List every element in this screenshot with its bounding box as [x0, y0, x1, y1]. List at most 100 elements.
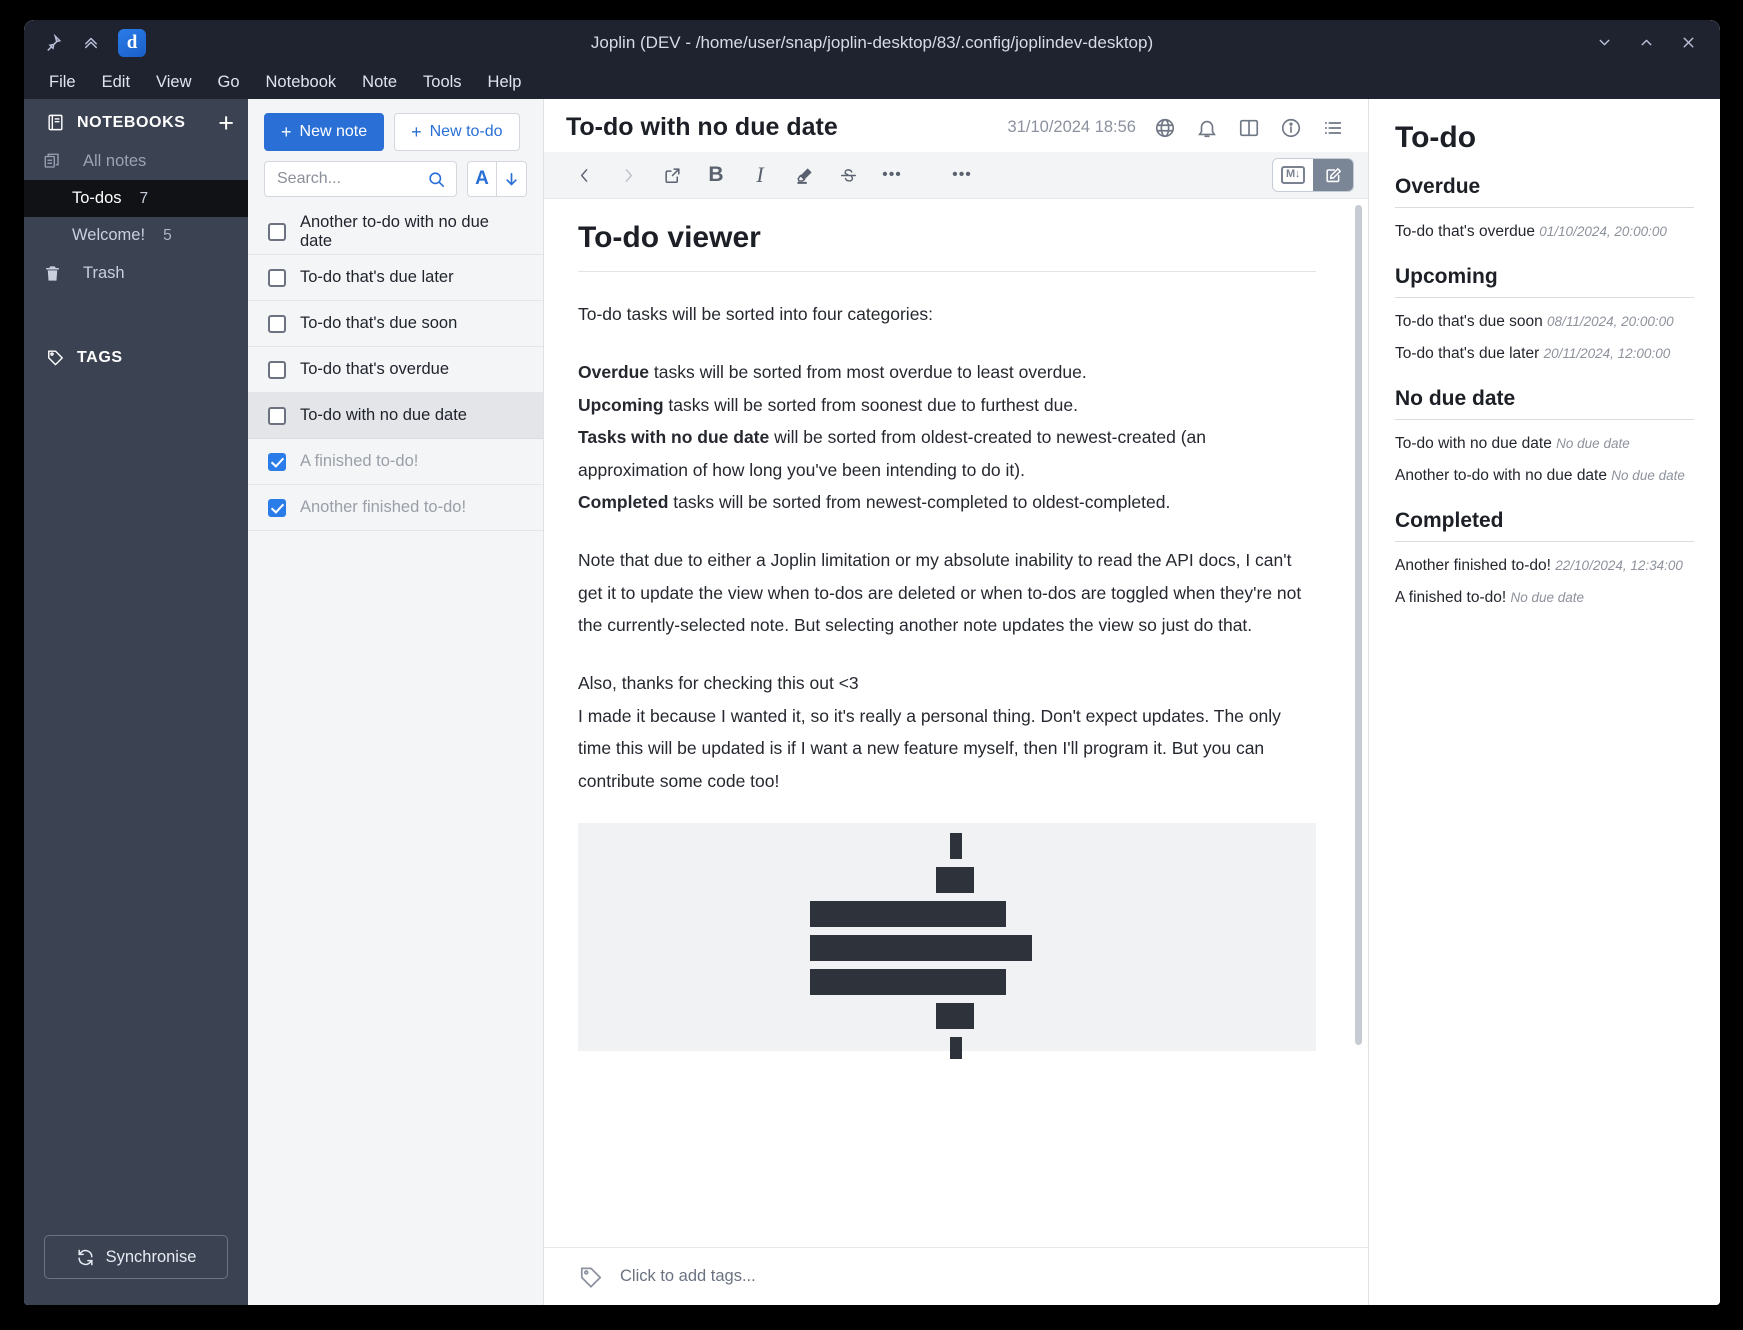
markdown-toggle-button[interactable]: M↓ — [1273, 159, 1313, 191]
menu-help[interactable]: Help — [477, 69, 533, 96]
split-layout-icon[interactable] — [1236, 115, 1262, 141]
forward-icon[interactable] — [608, 158, 648, 192]
sidebar-item-label: Welcome! — [72, 226, 146, 244]
chevron-double-up-icon[interactable] — [80, 32, 102, 54]
sync-icon — [76, 1248, 95, 1267]
todo-checkbox[interactable] — [268, 268, 286, 287]
pin-icon[interactable] — [42, 32, 64, 54]
external-link-icon[interactable] — [652, 158, 692, 192]
todo-panel-row[interactable]: To-do that's due later 20/11/2024, 12:00… — [1395, 344, 1694, 365]
sort-field-button[interactable]: A — [467, 161, 497, 197]
note-list-buttons: + New note + New to-do — [248, 99, 543, 151]
sidebar-item-label: To-dos — [72, 189, 122, 207]
menu-go[interactable]: Go — [207, 69, 251, 96]
todo-row-title: Another finished to-do! — [1395, 556, 1551, 574]
alarm-icon[interactable] — [1194, 115, 1220, 141]
todo-row-title: To-do that's due later — [1395, 344, 1540, 362]
menu-note[interactable]: Note — [351, 69, 408, 96]
sidebar-item-all-notes[interactable]: All notes — [24, 142, 248, 180]
todo-panel-row[interactable]: Another to-do with no due date No due da… — [1395, 466, 1694, 487]
image-bar — [810, 968, 1006, 995]
todo-checkbox[interactable] — [268, 406, 286, 425]
document-image — [578, 822, 1316, 1059]
list-item[interactable]: Another finished to-do! — [248, 485, 543, 531]
list-item[interactable]: Another to-do with no due date — [248, 209, 543, 255]
todo-panel-row[interactable]: A finished to-do! No due date — [1395, 588, 1694, 609]
menu-file[interactable]: File — [38, 69, 87, 96]
note-updated-date: 31/10/2024 18:56 — [1007, 118, 1136, 136]
note-content-area[interactable]: To-do viewer To-do tasks will be sorted … — [544, 199, 1368, 1247]
menu-tools[interactable]: Tools — [412, 69, 473, 96]
todo-checkbox[interactable] — [268, 314, 286, 333]
globe-icon[interactable] — [1152, 115, 1178, 141]
note-title[interactable]: To-do with no due date — [566, 113, 838, 142]
minimize-button[interactable] — [1594, 33, 1614, 53]
strikethrough-icon[interactable] — [828, 158, 868, 192]
new-note-button[interactable]: + New note — [264, 113, 385, 151]
todo-section-heading-completed: Completed — [1395, 509, 1694, 542]
synchronise-button[interactable]: Synchronise — [44, 1235, 228, 1279]
editor-mode-toggle: M↓ — [1272, 158, 1354, 192]
close-button[interactable] — [1678, 33, 1698, 53]
sidebar-item-welcome[interactable]: Welcome! 5 — [24, 217, 248, 254]
italic-icon[interactable]: I — [740, 158, 780, 192]
new-todo-button[interactable]: + New to-do — [394, 113, 520, 151]
menu-view[interactable]: View — [145, 69, 202, 96]
more-options-icon[interactable]: ••• — [872, 158, 912, 192]
list-menu-icon[interactable] — [1320, 115, 1346, 141]
todo-row-meta: 22/10/2024, 12:34:00 — [1555, 557, 1683, 573]
note-editor: To-do with no due date 31/10/2024 18:56 — [544, 99, 1368, 1305]
category-bold-completed: Completed — [578, 491, 669, 512]
sidebar-item-trash[interactable]: Trash — [24, 254, 248, 292]
editor-scrollbar[interactable] — [1355, 205, 1362, 1045]
todo-checkbox[interactable] — [268, 452, 286, 471]
new-note-label: New note — [299, 123, 368, 140]
search-input[interactable]: Search... — [264, 161, 457, 197]
todo-row-meta: 20/11/2024, 12:00:00 — [1543, 345, 1671, 361]
notebooks-header[interactable]: NOTEBOOKS + — [24, 99, 248, 142]
list-item[interactable]: To-do that's due soon — [248, 301, 543, 347]
menu-edit[interactable]: Edit — [91, 69, 141, 96]
back-icon[interactable] — [564, 158, 604, 192]
tag-bar[interactable]: Click to add tags... — [544, 1247, 1368, 1305]
info-icon[interactable] — [1278, 115, 1304, 141]
todo-panel-row[interactable]: To-do with no due date No due date — [1395, 434, 1694, 455]
category-text-upcoming: tasks will be sorted from soonest due to… — [663, 394, 1078, 415]
sidebar: NOTEBOOKS + All notes To-dos 7 Welcome! … — [24, 99, 248, 1305]
list-item[interactable]: A finished to-do! — [248, 439, 543, 485]
editor-toolbar: B I ••• ••• M↓ — [544, 152, 1368, 199]
more-plugins-icon[interactable]: ••• — [942, 158, 982, 192]
list-item-title: A finished to-do! — [300, 452, 419, 470]
menu-notebook[interactable]: Notebook — [255, 69, 348, 96]
plus-icon[interactable]: + — [218, 109, 234, 136]
todo-checkbox[interactable] — [268, 498, 286, 517]
all-notes-icon — [42, 151, 62, 171]
rich-text-toggle-button[interactable] — [1313, 159, 1353, 191]
todo-panel-row[interactable]: Another finished to-do! 22/10/2024, 12:3… — [1395, 556, 1694, 577]
sidebar-item-to-dos[interactable]: To-dos 7 — [24, 180, 248, 217]
sidebar-item-count: 7 — [139, 189, 149, 207]
list-item-selected[interactable]: To-do with no due date — [248, 393, 543, 439]
maximize-button[interactable] — [1636, 33, 1656, 53]
todo-checkbox[interactable] — [268, 222, 286, 241]
bold-icon[interactable]: B — [696, 158, 736, 192]
markdown-badge: M↓ — [1280, 166, 1306, 184]
joplin-window: d Joplin (DEV - /home/user/snap/joplin-d… — [24, 20, 1720, 1305]
list-item[interactable]: To-do that's overdue — [248, 347, 543, 393]
todo-panel-row[interactable]: To-do that's due soon 08/11/2024, 20:00:… — [1395, 312, 1694, 333]
todo-panel-row[interactable]: To-do that's overdue 01/10/2024, 20:00:0… — [1395, 222, 1694, 243]
todo-plugin-panel: To-do Overdue To-do that's overdue 01/10… — [1368, 99, 1720, 1305]
highlight-icon[interactable] — [784, 158, 824, 192]
tag-icon — [578, 1264, 604, 1290]
list-item[interactable]: To-do that's due later — [248, 255, 543, 301]
joplin-logo: d — [118, 28, 146, 57]
todo-row-title: To-do with no due date — [1395, 434, 1552, 452]
tags-header[interactable]: TAGS — [24, 334, 248, 377]
todo-checkbox[interactable] — [268, 360, 286, 379]
search-icon[interactable] — [427, 170, 446, 189]
image-bar — [936, 1002, 974, 1029]
window-title: Joplin (DEV - /home/user/snap/joplin-des… — [590, 32, 1154, 52]
title-bar-left-icons: d — [24, 28, 146, 57]
menu-bar: File Edit View Go Notebook Note Tools He… — [24, 65, 1720, 99]
sort-direction-button[interactable] — [497, 161, 527, 197]
